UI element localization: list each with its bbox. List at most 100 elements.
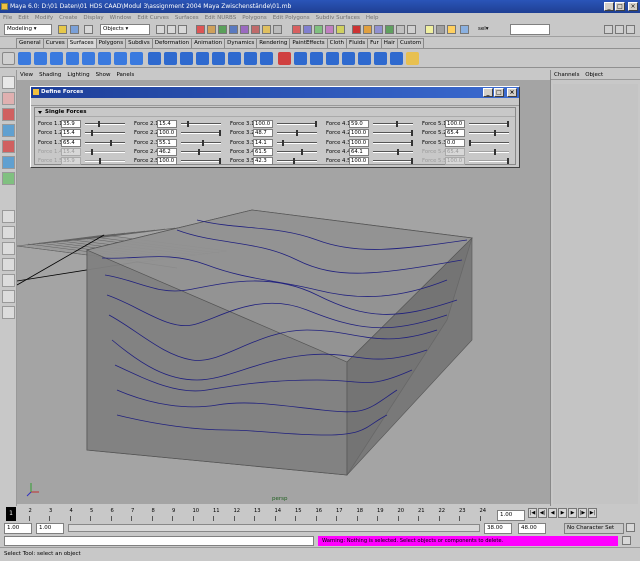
snap-grid-icon[interactable] xyxy=(292,25,301,34)
force-slider-thumb[interactable] xyxy=(186,121,189,127)
select-component-icon[interactable] xyxy=(178,25,187,34)
render-globals-icon[interactable] xyxy=(385,25,394,34)
current-frame-marker[interactable]: 1 xyxy=(6,507,16,521)
force-slider[interactable] xyxy=(181,121,221,127)
rotate-tool-icon[interactable] xyxy=(2,124,15,137)
force-slider-thumb[interactable] xyxy=(292,158,295,165)
panel-menu-lighting[interactable]: Lighting xyxy=(64,70,92,80)
force-slider[interactable] xyxy=(373,148,413,155)
persp-graph-layout-icon[interactable] xyxy=(2,258,15,271)
planar-icon[interactable] xyxy=(180,52,193,65)
force-slider-thumb[interactable] xyxy=(411,139,413,146)
persp-graph-hypergraph-layout-icon[interactable] xyxy=(2,290,15,303)
extrude-icon[interactable] xyxy=(196,52,209,65)
step-forward-key-icon[interactable]: ▶ xyxy=(568,508,577,518)
last-tool-icon[interactable] xyxy=(2,172,15,185)
nurbs-plane-icon[interactable] xyxy=(82,52,95,65)
force-value-field[interactable]: 100.0 xyxy=(157,129,177,138)
force-slider[interactable] xyxy=(469,139,509,146)
menu-window[interactable]: Window xyxy=(107,13,135,23)
save-scene-icon[interactable] xyxy=(70,25,79,34)
force-value-field[interactable]: 42.3 xyxy=(253,157,273,166)
nurbs-cube-icon[interactable] xyxy=(34,52,47,65)
force-value-field[interactable]: 48.7 xyxy=(253,129,273,138)
attach-surfaces-icon[interactable] xyxy=(310,52,323,65)
open-scene-icon[interactable] xyxy=(58,25,67,34)
make-live-icon[interactable] xyxy=(336,25,345,34)
force-value-field[interactable]: 64.1 xyxy=(349,147,369,156)
new-scene-icon[interactable] xyxy=(84,25,93,34)
force-slider[interactable] xyxy=(181,148,221,155)
force-slider[interactable] xyxy=(373,130,413,137)
lasso-tool-icon[interactable] xyxy=(2,92,15,105)
force-value-field[interactable]: 100.0 xyxy=(349,157,369,166)
start-time-field[interactable]: 1.00 xyxy=(4,523,32,534)
step-back-key-icon[interactable]: ◀ xyxy=(548,508,557,518)
force-slider-thumb[interactable] xyxy=(219,130,221,137)
shelf-menu-icon[interactable] xyxy=(2,52,15,65)
force-slider-thumb[interactable] xyxy=(411,158,413,165)
force-slider-thumb[interactable] xyxy=(219,158,221,165)
force-value-field[interactable]: 100.0 xyxy=(157,157,177,166)
menu-edit-curves[interactable]: Edit Curves xyxy=(134,13,172,23)
go-to-start-icon[interactable]: |◀ xyxy=(528,508,537,518)
move-tool-icon[interactable] xyxy=(2,108,15,121)
force-slider[interactable] xyxy=(469,158,509,165)
force-slider-thumb[interactable] xyxy=(395,121,398,127)
force-value-field[interactable]: 65.4 xyxy=(61,138,81,147)
menu-edit-nurbs[interactable]: Edit NURBS xyxy=(202,13,240,23)
shelf-tab-surfaces[interactable]: Surfaces xyxy=(66,38,97,48)
detach-surfaces-icon[interactable] xyxy=(326,52,339,65)
quick-select-input[interactable] xyxy=(510,24,550,35)
force-value-field[interactable]: 61.5 xyxy=(253,147,273,156)
persp-outliner-layout-icon[interactable] xyxy=(2,242,15,255)
menu-help[interactable]: Help xyxy=(363,13,382,23)
mel-command-input[interactable] xyxy=(4,536,314,546)
channel-box-icon[interactable] xyxy=(626,25,635,34)
force-value-field[interactable]: 35.9 xyxy=(61,120,81,128)
input-line-icon[interactable] xyxy=(436,25,445,34)
force-slider[interactable] xyxy=(373,139,413,146)
shelf-tab-fluids[interactable]: Fluids xyxy=(346,38,369,48)
menu-file[interactable]: File xyxy=(0,13,15,23)
force-slider-thumb[interactable] xyxy=(198,148,201,155)
ipr-render-icon[interactable] xyxy=(374,25,383,34)
mask-joints-icon[interactable] xyxy=(207,25,216,34)
selection-mask-select[interactable]: Objects ▾ xyxy=(100,24,150,35)
revolve-icon[interactable] xyxy=(148,52,161,65)
force-slider-thumb[interactable] xyxy=(90,148,93,155)
shelf-tab-custom[interactable]: Custom xyxy=(397,38,425,48)
force-slider[interactable] xyxy=(85,139,125,146)
shelf-tab-subdivs[interactable]: Subdivs xyxy=(125,38,153,48)
force-value-field[interactable]: 100.0 xyxy=(349,138,369,147)
menu-create[interactable]: Create xyxy=(56,13,80,23)
panel-menu-shading[interactable]: Shading xyxy=(36,70,64,80)
force-slider-thumb[interactable] xyxy=(411,130,413,137)
current-time-field[interactable]: 1.00 xyxy=(497,510,525,521)
force-value-field[interactable]: 15.4 xyxy=(61,129,81,138)
force-slider[interactable] xyxy=(85,148,125,155)
dialog-maximize-button[interactable]: □ xyxy=(494,88,504,97)
force-slider-thumb[interactable] xyxy=(507,158,509,165)
shelf-tab-animation[interactable]: Animation xyxy=(191,38,226,48)
mode-select[interactable]: Modeling ▾ xyxy=(4,24,52,35)
bevel-icon[interactable] xyxy=(260,52,273,65)
mask-handles-icon[interactable] xyxy=(196,25,205,34)
force-value-field[interactable]: 59.0 xyxy=(349,120,369,128)
snap-point-icon[interactable] xyxy=(314,25,323,34)
force-slider[interactable] xyxy=(181,158,221,165)
force-slider[interactable] xyxy=(373,158,413,165)
dialog-close-button[interactable]: × xyxy=(507,88,517,97)
force-slider[interactable] xyxy=(469,148,509,155)
force-value-field[interactable]: 65.4 xyxy=(445,147,465,156)
nurbs-torus-icon[interactable] xyxy=(98,52,111,65)
scale-tool-icon[interactable] xyxy=(2,140,15,153)
shelf-tab-curves[interactable]: Curves xyxy=(42,38,68,48)
snap-curve-icon[interactable] xyxy=(303,25,312,34)
hypershade-layout-icon[interactable] xyxy=(2,274,15,287)
minimize-button[interactable]: _ xyxy=(604,2,614,11)
force-slider-thumb[interactable] xyxy=(315,121,317,127)
force-slider[interactable] xyxy=(277,121,317,127)
nurbs-cylinder-icon[interactable] xyxy=(50,52,63,65)
script-editor-icon[interactable] xyxy=(622,536,631,545)
